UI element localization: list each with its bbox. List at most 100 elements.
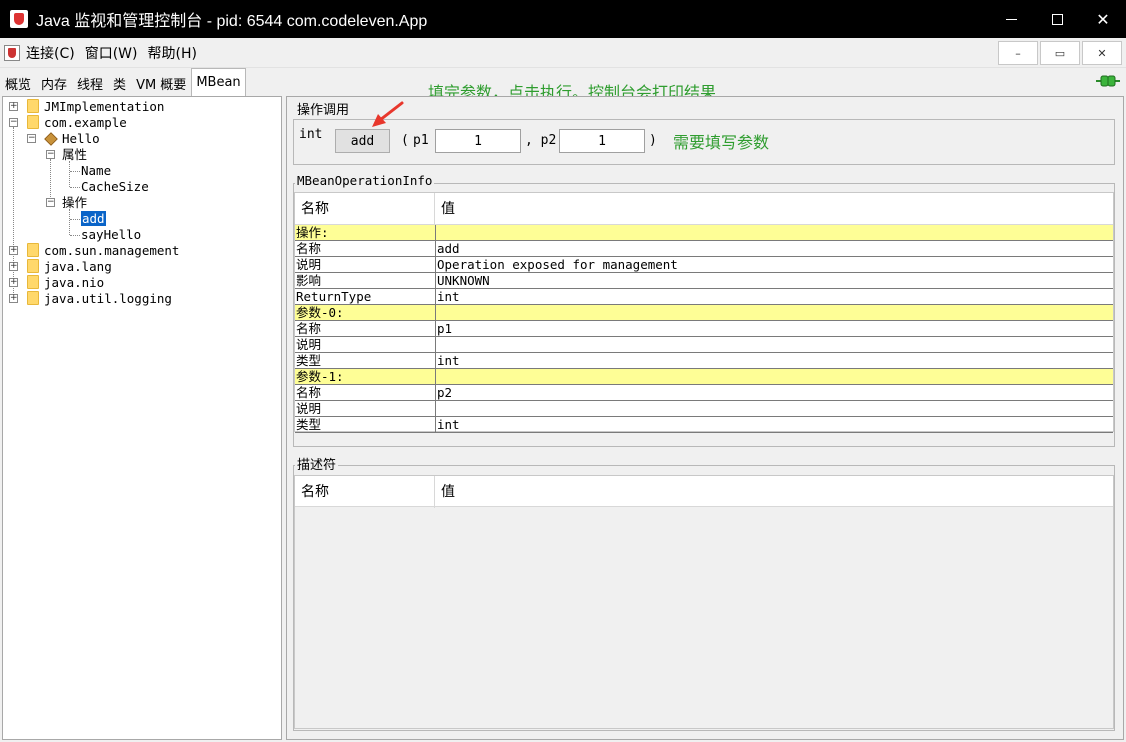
java-app-icon xyxy=(10,10,28,28)
table-header: 名称 值 xyxy=(295,193,1113,225)
restore-icon: ▭ xyxy=(1054,46,1066,60)
table-row[interactable]: 名称 p1 xyxy=(295,321,1113,337)
expand-toggle[interactable]: + xyxy=(9,262,18,271)
table-section-row[interactable]: 参数-1: xyxy=(295,369,1113,385)
table-section-row[interactable]: 参数-0: xyxy=(295,305,1113,321)
table-row[interactable]: 名称 p2 xyxy=(295,385,1113,401)
table-section-row[interactable]: 操作: xyxy=(295,225,1113,241)
cell-value: UNKNOWN xyxy=(435,273,1113,288)
p1-input[interactable]: 1 xyxy=(435,129,521,153)
minimize-button[interactable] xyxy=(988,0,1034,38)
table-row[interactable]: 类型 int xyxy=(295,353,1113,369)
tree-node-com-example[interactable]: com.example xyxy=(44,115,127,131)
cell-value: add xyxy=(435,241,1113,256)
close-button[interactable]: ✕ xyxy=(1080,0,1126,38)
collapse-toggle[interactable]: − xyxy=(46,150,55,159)
tree-guide xyxy=(13,127,14,297)
tree-node-operations[interactable]: 操作 xyxy=(62,195,87,211)
tree-node-java-lang[interactable]: java.lang xyxy=(44,259,112,275)
tab-memory[interactable]: 内存 xyxy=(36,70,72,96)
tree-node-java-util-logging[interactable]: java.util.logging xyxy=(44,291,172,307)
menu-window[interactable]: 窗口(W) xyxy=(85,43,138,63)
cell-value xyxy=(435,225,1113,240)
maximize-icon xyxy=(1051,13,1063,25)
cell-name: 名称 xyxy=(296,321,322,336)
column-header-value[interactable]: 值 xyxy=(435,193,455,225)
cell-value xyxy=(435,401,1113,416)
mbean-detail-pane: 操作调用 int add ( p1 1 , p2 1 ) 需要填写参数 MBea… xyxy=(286,96,1124,740)
cell-name: 参数-1: xyxy=(296,369,344,384)
tree-node-hello[interactable]: Hello xyxy=(62,131,100,147)
column-header-value[interactable]: 值 xyxy=(435,476,455,508)
table-row[interactable]: 影响 UNKNOWN xyxy=(295,273,1113,289)
tree-guide xyxy=(70,187,80,188)
folder-icon xyxy=(27,115,39,129)
descriptor-table: 名称 值 xyxy=(294,475,1114,729)
tree-node-sayhello[interactable]: sayHello xyxy=(81,227,141,243)
table-row[interactable]: 说明 xyxy=(295,401,1113,417)
cell-name: 说明 xyxy=(296,337,322,352)
table-row[interactable]: 说明 Operation exposed for management xyxy=(295,257,1113,273)
maximize-button[interactable] xyxy=(1034,0,1080,38)
cell-value xyxy=(435,305,1113,320)
mdi-close-button[interactable]: ✕ xyxy=(1082,41,1122,65)
table-row[interactable]: ReturnType int xyxy=(295,289,1113,305)
annotation-arrow xyxy=(372,101,404,127)
tree-node-java-nio[interactable]: java.nio xyxy=(44,275,104,291)
expand-toggle[interactable]: + xyxy=(9,246,18,255)
return-type-label: int xyxy=(299,127,323,142)
cell-name: 名称 xyxy=(296,241,322,256)
p2-input[interactable]: 1 xyxy=(559,129,645,153)
expand-toggle[interactable]: + xyxy=(9,102,18,111)
tab-classes[interactable]: 类 xyxy=(108,70,131,96)
close-paren: ) xyxy=(649,133,657,148)
invoke-add-button[interactable]: add xyxy=(335,129,390,153)
tree-node-add[interactable]: add xyxy=(81,211,106,227)
cell-name: 类型 xyxy=(296,353,322,368)
menubar: 连接(C) 窗口(W) 帮助(H) – ▭ ✕ xyxy=(0,38,1126,68)
collapse-toggle[interactable]: − xyxy=(46,198,55,207)
menu-help[interactable]: 帮助(H) xyxy=(147,43,196,63)
column-header-name[interactable]: 名称 xyxy=(295,476,329,508)
table-row[interactable]: 名称 add xyxy=(295,241,1113,257)
menu-connection[interactable]: 连接(C) xyxy=(26,43,75,63)
column-header-name[interactable]: 名称 xyxy=(295,193,329,225)
tab-vm-summary[interactable]: VM 概要 xyxy=(131,70,191,96)
cell-name: 类型 xyxy=(296,417,322,432)
window-title: Java 监视和管理控制台 - pid: 6544 com.codeleven.… xyxy=(36,13,428,30)
table-row[interactable]: 类型 int xyxy=(295,417,1113,433)
cell-name: ReturnType xyxy=(296,289,372,304)
expand-toggle[interactable]: + xyxy=(9,294,18,303)
expand-toggle[interactable]: + xyxy=(9,278,18,287)
mbean-tree[interactable]: + JMImplementation − com.example − Hello… xyxy=(2,96,282,740)
tab-threads[interactable]: 线程 xyxy=(72,70,108,96)
cell-value: int xyxy=(435,353,1113,368)
collapse-toggle[interactable]: − xyxy=(27,134,36,143)
tree-node-attributes[interactable]: 属性 xyxy=(62,147,87,163)
tree-guide xyxy=(69,209,70,235)
tab-mbean[interactable]: MBean xyxy=(191,68,246,96)
cell-value: p1 xyxy=(435,321,1113,336)
tree-node-name[interactable]: Name xyxy=(81,163,111,179)
cell-value: int xyxy=(435,289,1113,304)
cell-value xyxy=(435,337,1113,352)
java-menu-icon[interactable] xyxy=(4,44,20,61)
window-titlebar: Java 监视和管理控制台 - pid: 6544 com.codeleven.… xyxy=(0,0,1126,38)
tree-node-cachesize[interactable]: CacheSize xyxy=(81,179,149,195)
cell-name: 说明 xyxy=(296,257,322,272)
cell-name: 影响 xyxy=(296,273,322,288)
tree-node-jmimplementation[interactable]: JMImplementation xyxy=(44,99,164,115)
cell-value: p2 xyxy=(435,385,1113,400)
connection-status-icon xyxy=(1096,75,1120,87)
mdi-restore-button[interactable]: ▭ xyxy=(1040,41,1080,65)
mdi-minimize-button[interactable]: – xyxy=(998,41,1038,65)
tab-overview[interactable]: 概览 xyxy=(0,70,36,96)
minimize-icon: – xyxy=(1015,46,1021,60)
cell-name: 名称 xyxy=(296,385,322,400)
tree-guide xyxy=(70,235,80,236)
tree-node-com-sun-management[interactable]: com.sun.management xyxy=(44,243,179,259)
cell-name: 操作: xyxy=(296,225,329,240)
table-row[interactable]: 说明 xyxy=(295,337,1113,353)
collapse-toggle[interactable]: − xyxy=(9,118,18,127)
folder-icon xyxy=(27,275,39,289)
